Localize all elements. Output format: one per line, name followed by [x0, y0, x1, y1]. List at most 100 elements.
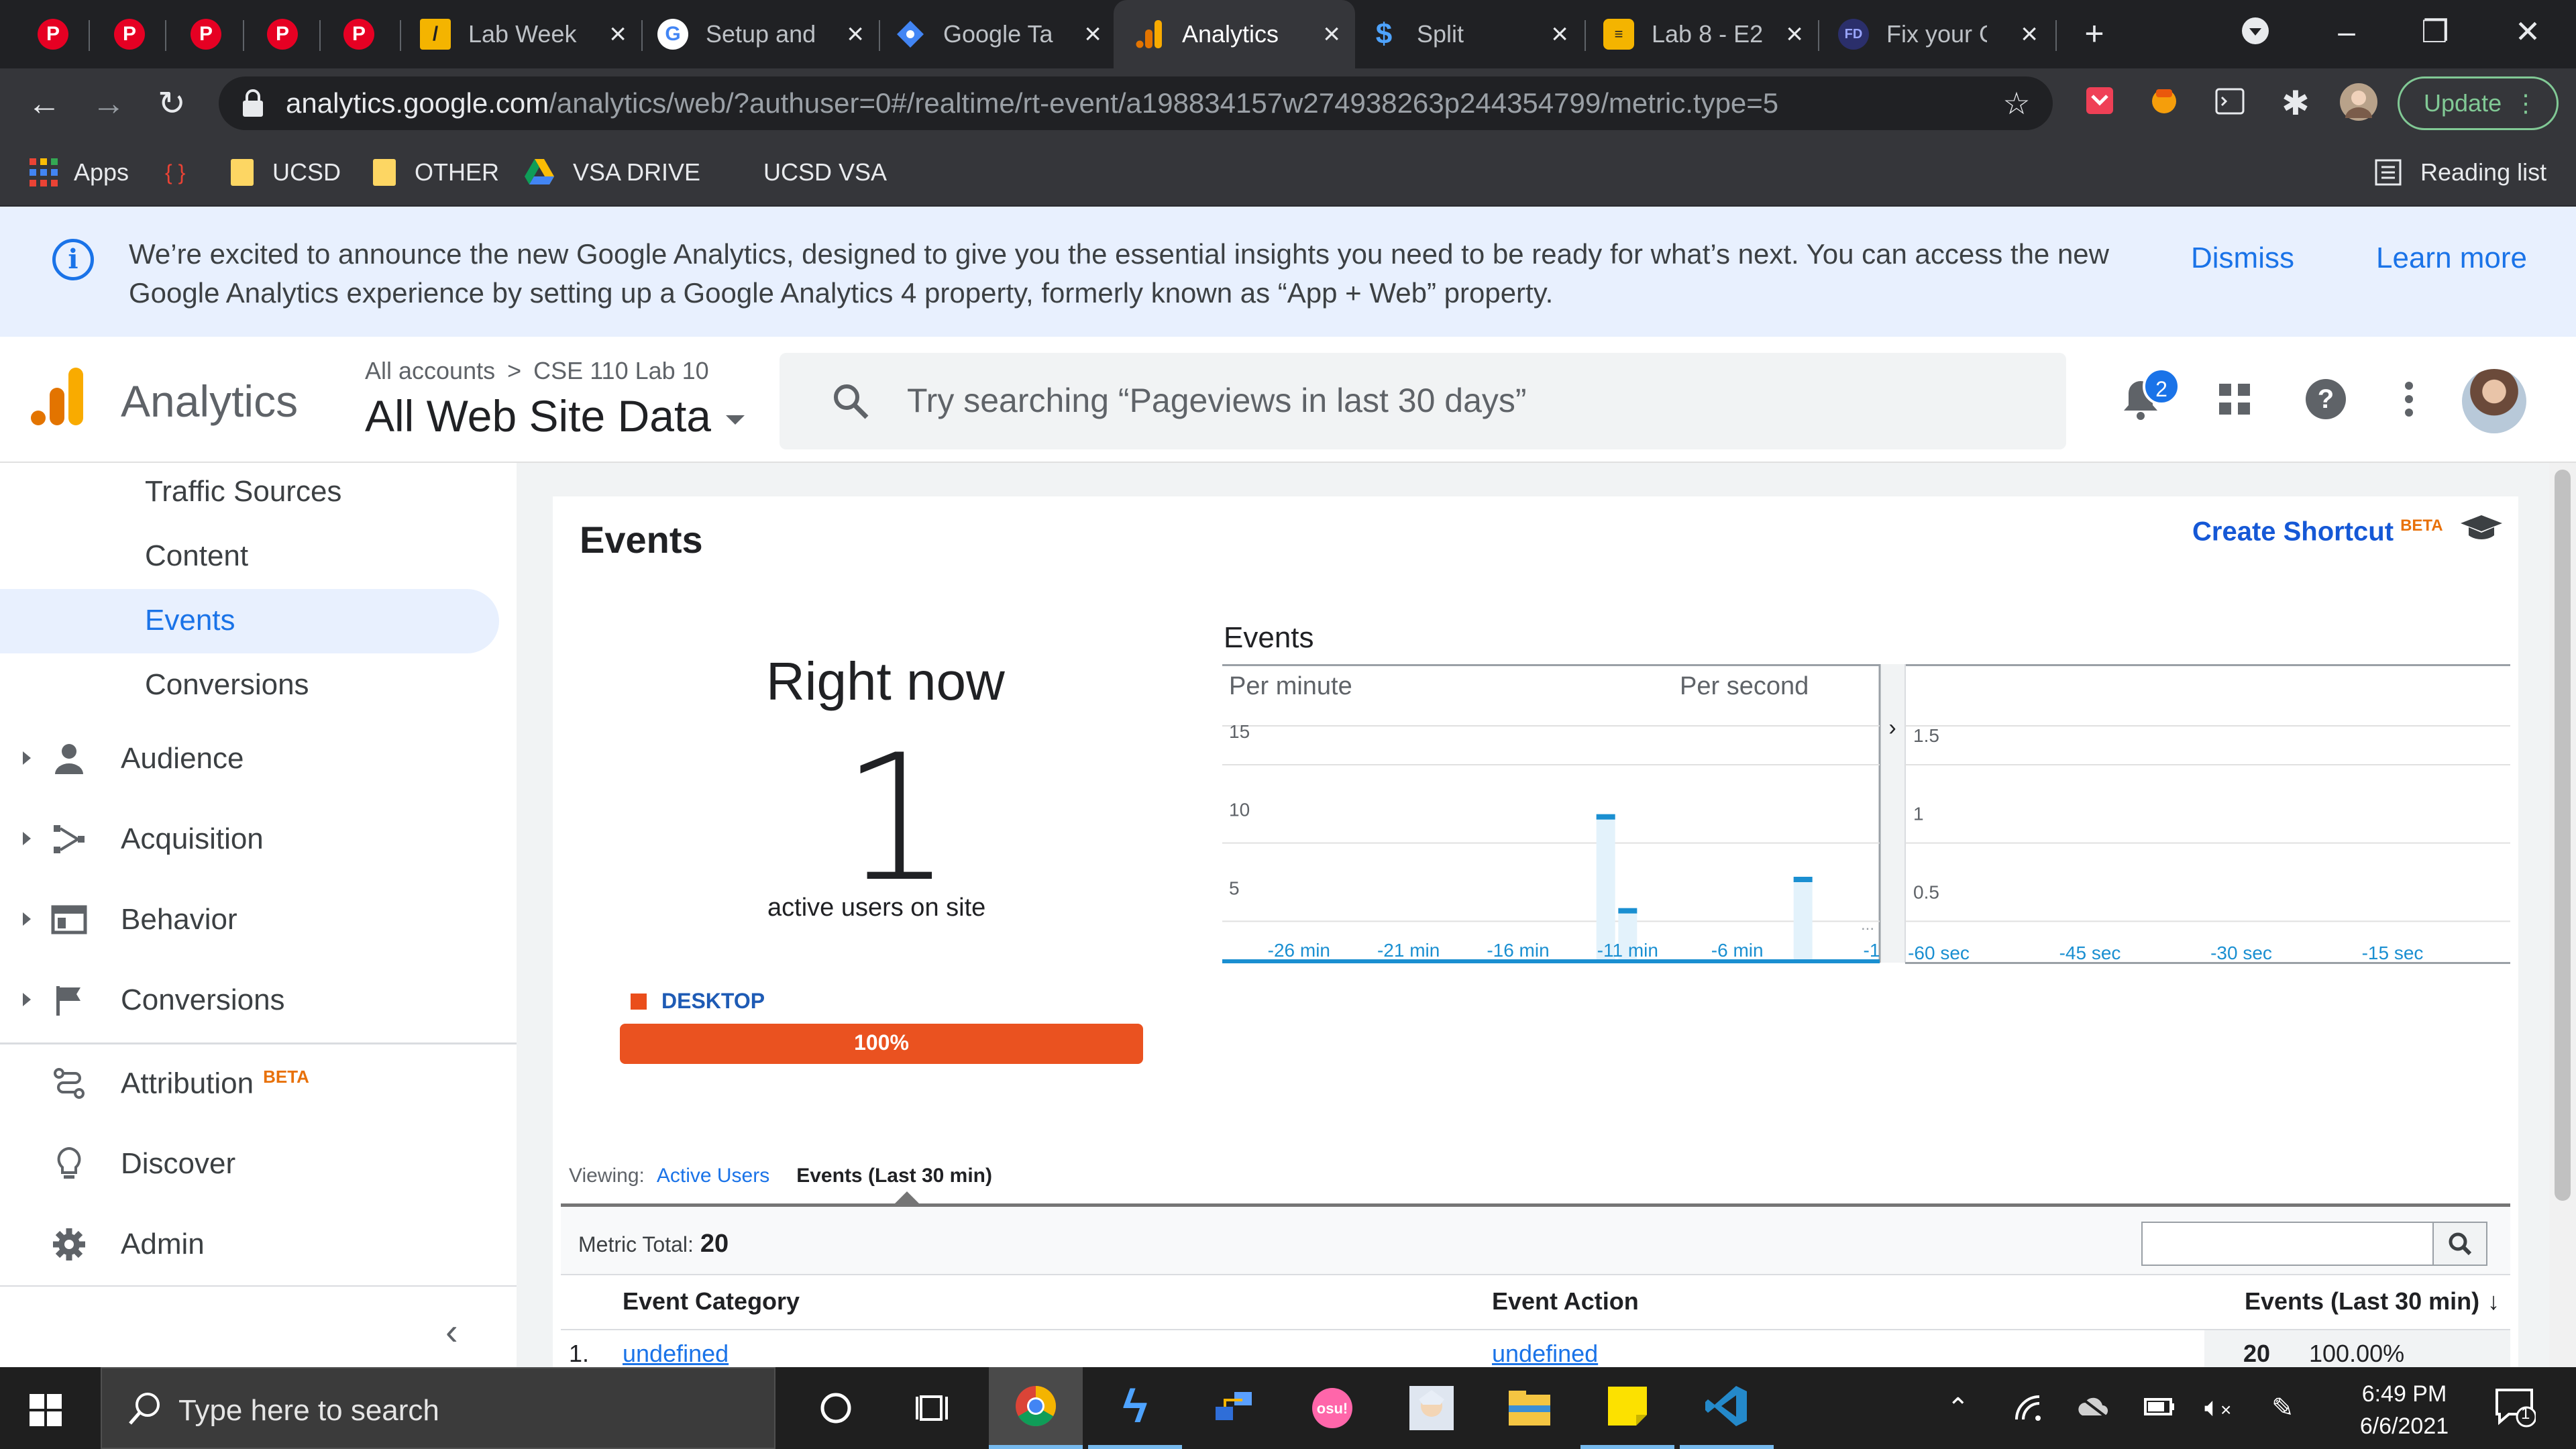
back-icon[interactable]: ←	[24, 83, 64, 123]
profile-avatar-icon[interactable]	[2339, 83, 2379, 123]
address-bar[interactable]: analytics.google.com/analytics/web/?auth…	[219, 76, 2053, 130]
close-tab-icon[interactable]: ×	[1323, 19, 1340, 50]
tab-split[interactable]: $ Split ×	[1368, 0, 1583, 68]
learn-more-link[interactable]: Learn more	[2376, 241, 2527, 275]
pen-icon[interactable]: ✎	[2271, 1393, 2294, 1424]
tab-pinterest-2[interactable]: P	[114, 0, 150, 68]
event-category-link[interactable]: undefined	[623, 1340, 729, 1368]
reading-list-button[interactable]: Reading list	[2375, 156, 2546, 189]
column-header-events[interactable]: Events (Last 30 min) ↓	[2245, 1287, 2500, 1316]
tab-analytics[interactable]: Analytics ×	[1114, 0, 1355, 68]
table-search-button[interactable]	[2432, 1222, 2487, 1266]
taskbar-network-app[interactable]	[1187, 1367, 1281, 1449]
create-shortcut-button[interactable]: Create Shortcut BETA	[2192, 517, 2443, 547]
view-selector[interactable]: All Web Site Data	[365, 390, 745, 441]
sidebar-item-conversions[interactable]: Conversions	[145, 668, 309, 702]
forward-icon[interactable]: →	[89, 83, 129, 123]
close-tab-icon[interactable]: ×	[1551, 19, 1568, 50]
tab-pinterest-5[interactable]: P	[343, 0, 380, 68]
tray-chevron-icon[interactable]: ⌃	[1947, 1393, 1970, 1424]
minimize-icon[interactable]: –	[2313, 13, 2380, 50]
page-scrollbar[interactable]	[2549, 463, 2576, 1367]
bookmark-apps[interactable]: Apps	[30, 156, 129, 189]
dismiss-button[interactable]: Dismiss	[2191, 241, 2294, 275]
viewing-active-users-link[interactable]: Active Users	[657, 1165, 769, 1187]
wifi-icon[interactable]	[2012, 1393, 2045, 1428]
help-icon[interactable]: ?	[2302, 376, 2349, 423]
bookmark-star-icon[interactable]: ☆	[1996, 83, 2037, 123]
sidebar-item-content[interactable]: Content	[145, 539, 248, 573]
breadcrumb-accounts[interactable]: All accounts	[365, 357, 495, 384]
taskbar-file-explorer[interactable]	[1483, 1367, 1576, 1449]
tab-google-tag-manager[interactable]: Google Ta ×	[895, 0, 1116, 68]
sidebar-item-behavior[interactable]: Behavior	[0, 885, 517, 953]
sidebar-item-discover[interactable]: Discover	[0, 1130, 517, 1197]
taskbar-vscode[interactable]	[1680, 1367, 1774, 1449]
task-view-icon[interactable]	[887, 1367, 981, 1449]
close-tab-icon[interactable]: ×	[1084, 19, 1102, 50]
tab-lab-8[interactable]: ≡ Lab 8 - E2 ×	[1603, 0, 1818, 68]
tab-pinterest-4[interactable]: P	[267, 0, 303, 68]
tab-search-icon[interactable]	[2235, 15, 2275, 55]
search-input[interactable]	[907, 381, 1980, 420]
volume-muted-icon[interactable]: 🔈︎×	[2204, 1393, 2231, 1423]
collapse-sidebar-icon[interactable]: ‹	[445, 1309, 458, 1353]
bookmark-vsa-drive[interactable]: VSA DRIVE	[525, 156, 700, 189]
extension-honey-icon[interactable]	[2144, 83, 2184, 123]
sidebar-item-admin[interactable]: Admin	[0, 1210, 517, 1277]
sidebar-item-audience[interactable]: Audience	[0, 724, 517, 792]
taskbar-osu[interactable]: osu!	[1285, 1367, 1379, 1449]
tab-setup[interactable]: G Setup and ×	[657, 0, 879, 68]
taskbar-game[interactable]	[1385, 1367, 1479, 1449]
graduation-cap-icon[interactable]	[2459, 513, 2504, 546]
bookmark-braces-icon[interactable]: { }	[165, 156, 185, 189]
apps-grid-icon[interactable]	[2211, 376, 2258, 423]
breadcrumb[interactable]: All accounts > CSE 110 Lab 10	[365, 357, 709, 385]
sidebar-item-conversions-main[interactable]: Conversions	[0, 966, 517, 1033]
close-window-icon[interactable]: ✕	[2494, 13, 2561, 50]
action-center-icon[interactable]: 1	[2493, 1385, 2537, 1434]
extension-terminal-icon[interactable]	[2210, 83, 2250, 123]
close-tab-icon[interactable]: ×	[1786, 19, 1803, 50]
update-button[interactable]: Update ⋮	[2398, 76, 2559, 130]
tab-pinterest-1[interactable]: P	[38, 0, 74, 68]
clock[interactable]: 6:49 PM 6/6/2021	[2337, 1378, 2471, 1442]
battery-icon[interactable]	[2143, 1393, 2176, 1426]
new-tab-icon[interactable]: +	[2074, 13, 2114, 54]
more-vert-icon[interactable]	[2385, 376, 2432, 423]
extension-pocket-icon[interactable]	[2080, 83, 2120, 123]
event-action-link[interactable]: undefined	[1492, 1340, 1598, 1368]
onedrive-icon[interactable]	[2076, 1393, 2112, 1426]
cortana-icon[interactable]	[789, 1367, 883, 1449]
tab-fix-your[interactable]: FD Fix your G ×	[1838, 0, 2053, 68]
column-header-event-category[interactable]: Event Category	[623, 1287, 800, 1316]
bookmark-other[interactable]: OTHER	[373, 156, 499, 189]
avatar[interactable]	[2462, 369, 2526, 433]
taskbar-chrome[interactable]	[989, 1367, 1083, 1449]
taskbar-search-box[interactable]: Type here to search	[101, 1367, 775, 1449]
windows-start-icon[interactable]	[30, 1394, 62, 1426]
sidebar-item-traffic-sources[interactable]: Traffic Sources	[145, 475, 341, 508]
sidebar-item-attribution[interactable]: Attribution BETA	[0, 1049, 517, 1116]
x-tick-label: -30 sec	[2210, 943, 2272, 963]
breadcrumb-property[interactable]: CSE 110 Lab 10	[533, 357, 709, 384]
tab-lab-week[interactable]: / Lab Week ×	[420, 0, 641, 68]
close-tab-icon[interactable]: ×	[2021, 19, 2038, 50]
extensions-puzzle-icon[interactable]: ✱	[2275, 83, 2316, 123]
taskbar-sticky-notes[interactable]	[1580, 1367, 1674, 1449]
bookmark-ucsd-vsa[interactable]: UCSD VSA	[724, 156, 887, 189]
table-filter-input[interactable]	[2141, 1222, 2435, 1266]
close-tab-icon[interactable]: ×	[847, 19, 864, 50]
x-tick-label: -15 sec	[2362, 943, 2424, 963]
sidebar-item-acquisition[interactable]: Acquisition	[0, 805, 517, 872]
search-box[interactable]	[780, 353, 2066, 449]
scrollbar-thumb[interactable]	[2555, 470, 2571, 1201]
tab-pinterest-3[interactable]: P	[191, 0, 227, 68]
taskbar-split[interactable]: ϟ	[1088, 1367, 1182, 1449]
column-header-event-action[interactable]: Event Action	[1492, 1287, 1639, 1316]
bookmark-ucsd[interactable]: UCSD	[231, 156, 341, 189]
restore-icon[interactable]: ❐	[2402, 13, 2469, 50]
sidebar-item-events[interactable]: Events	[145, 604, 235, 637]
reload-icon[interactable]: ↻	[152, 83, 192, 123]
close-tab-icon[interactable]: ×	[609, 19, 627, 50]
